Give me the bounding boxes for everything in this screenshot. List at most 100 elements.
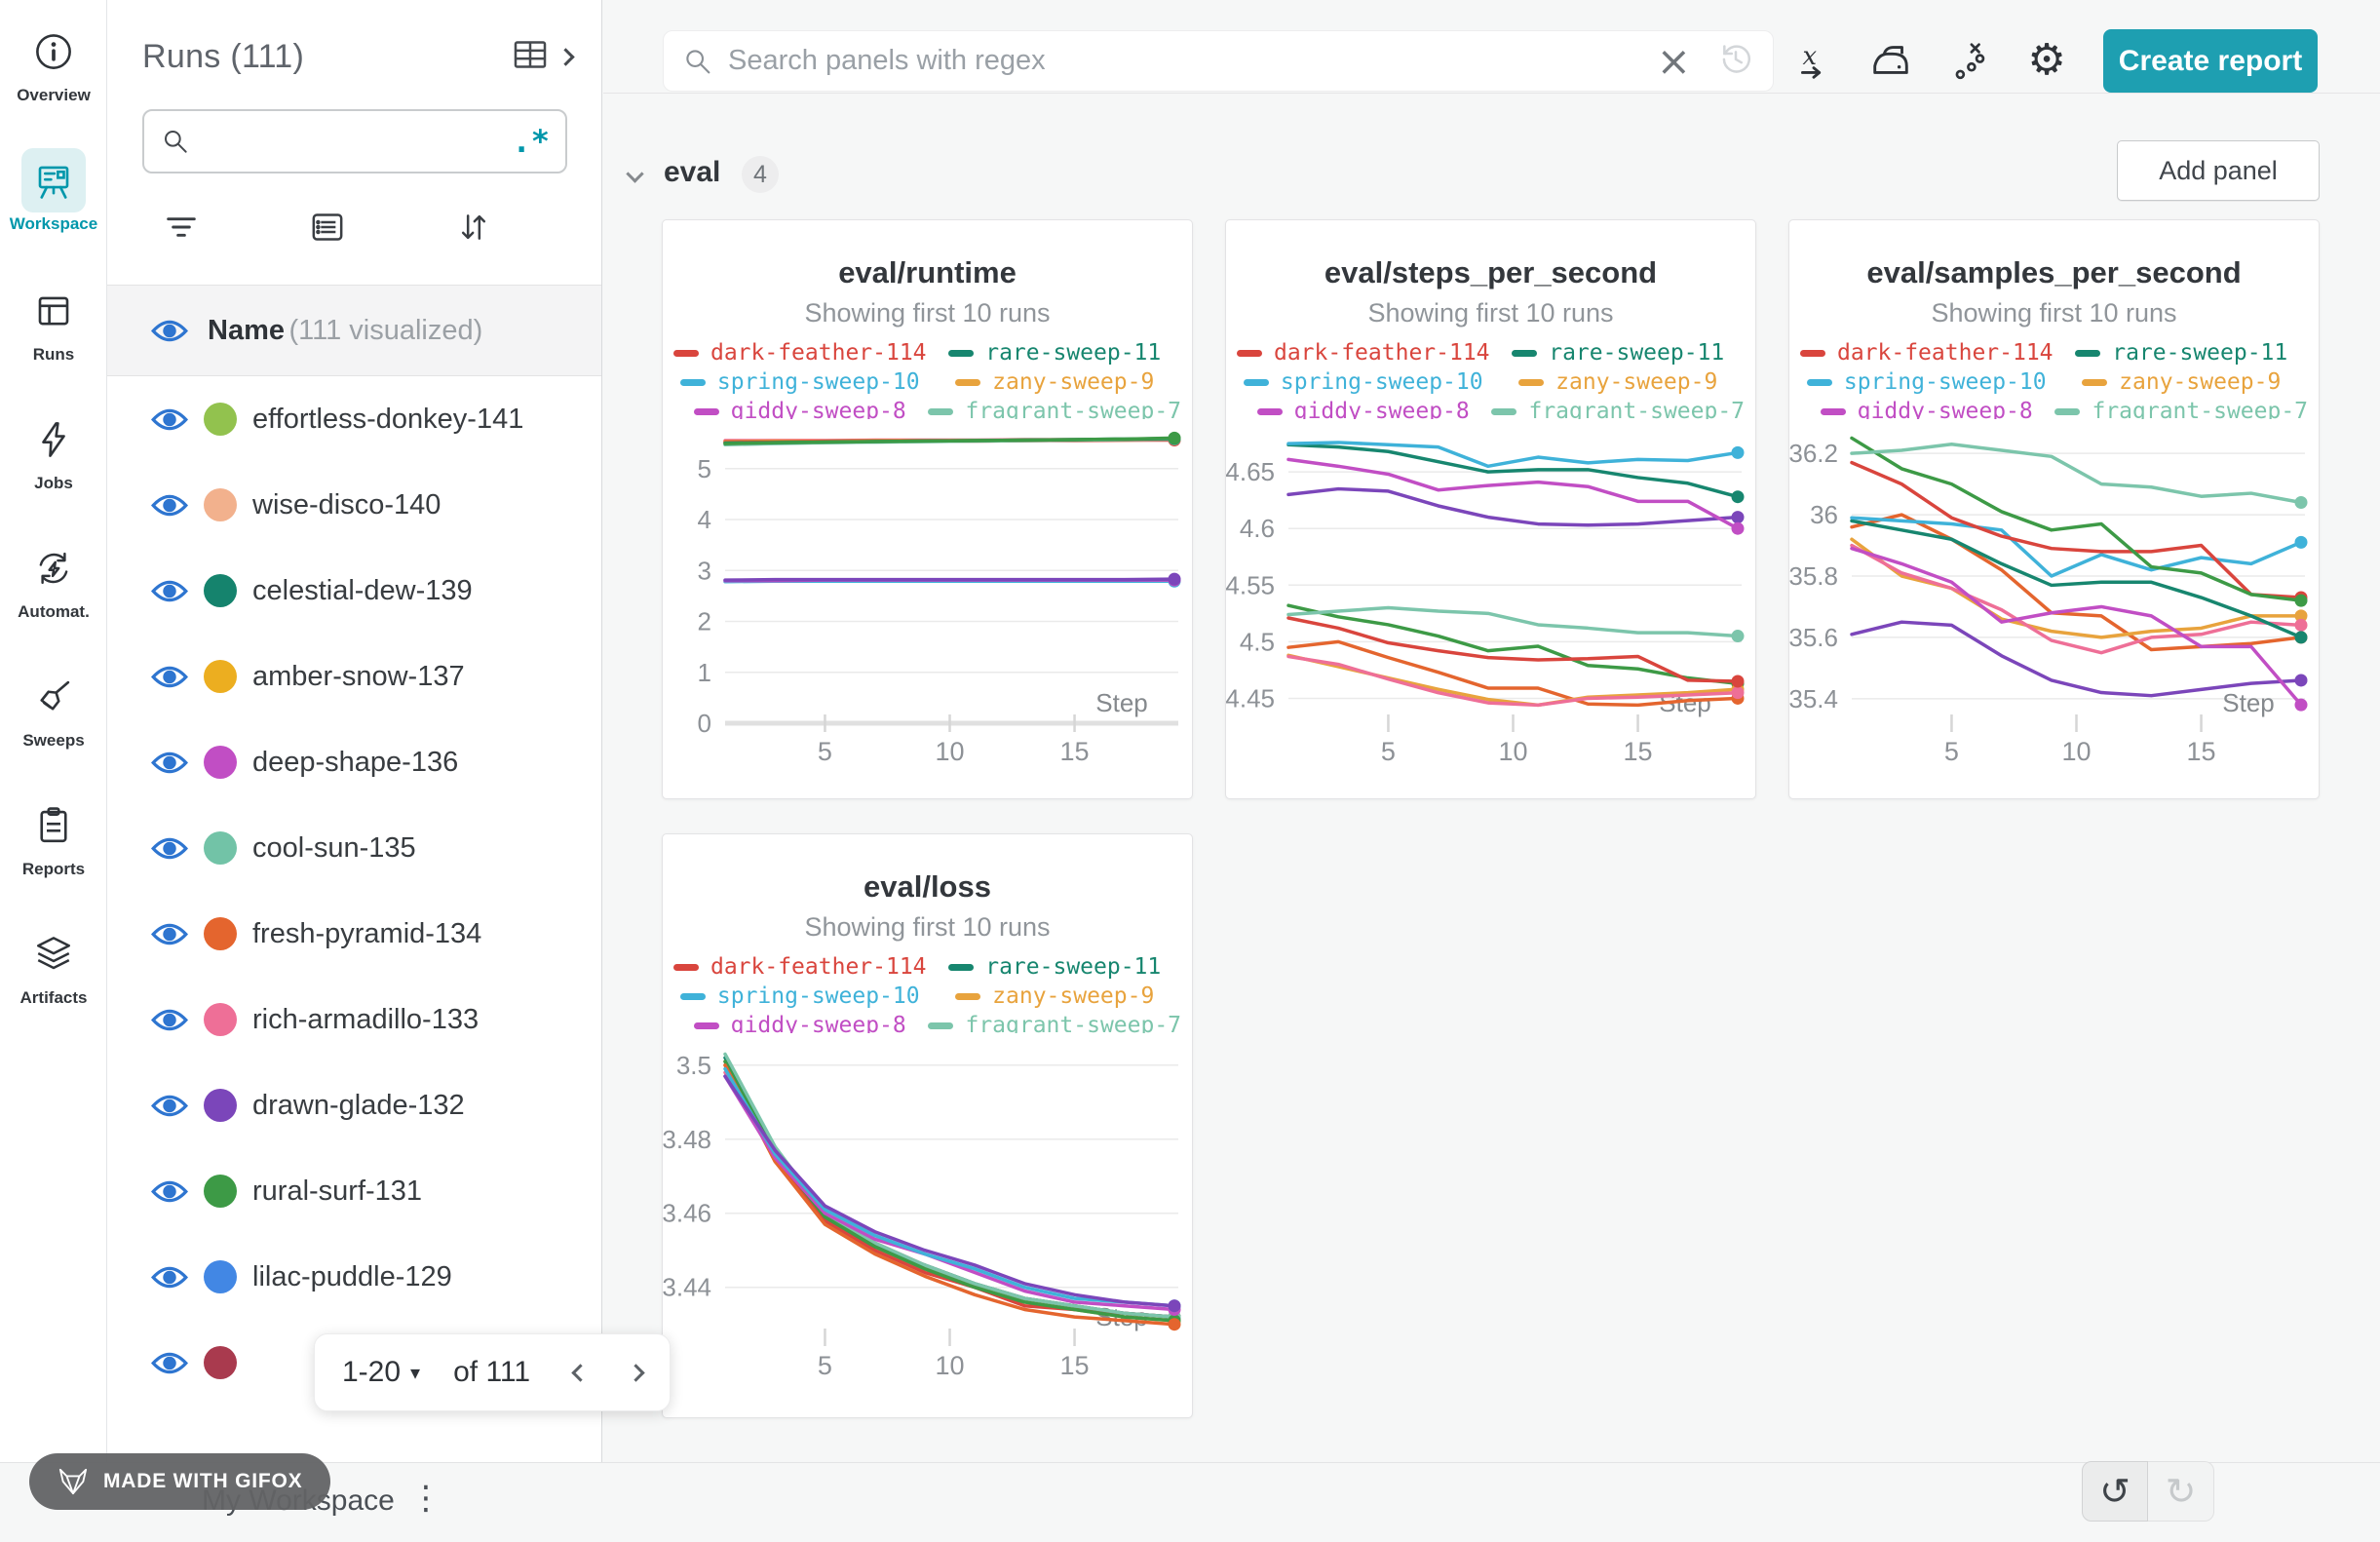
run-row[interactable]: fresh-pyramid-134: [107, 891, 601, 977]
add-panel-button[interactable]: Add panel: [2117, 140, 2320, 201]
legend-item-spring-sweep-10[interactable]: spring-sweep-10: [1236, 367, 1491, 397]
legend-item-giddy-sweep-8[interactable]: giddy-sweep-8: [672, 1011, 928, 1033]
legend-run-name: giddy-sweep-8: [731, 1013, 906, 1033]
next-page-chevron-icon[interactable]: [627, 1364, 644, 1381]
panel-search-box[interactable]: ×: [663, 30, 1774, 92]
visibility-eye-icon[interactable]: [151, 664, 188, 690]
legend-item-giddy-sweep-8[interactable]: giddy-sweep-8: [1236, 397, 1491, 419]
section-title[interactable]: eval: [664, 156, 720, 189]
sidebar-item-workspace[interactable]: Workspace: [0, 148, 107, 234]
run-row[interactable]: rural-surf-131: [107, 1148, 601, 1234]
workspace-kebab-menu-icon[interactable]: ⋮: [409, 1479, 442, 1518]
chart-title: eval/steps_per_second: [1226, 255, 1755, 290]
panel-search-input[interactable]: [728, 45, 1657, 77]
legend-item-fragrant-sweep-7[interactable]: fragrant-sweep-7: [928, 397, 1183, 419]
legend-item-rare-sweep-11[interactable]: rare-sweep-11: [1491, 338, 1747, 367]
legend-item-rare-sweep-11[interactable]: rare-sweep-11: [928, 952, 1183, 982]
line-chart-plot[interactable]: 35.435.635.83636.251015Step: [1789, 419, 2319, 770]
visibility-eye-icon[interactable]: [151, 492, 188, 519]
run-row[interactable]: lilac-puddle-129: [107, 1234, 601, 1320]
runs-table-view-icon[interactable]: [511, 35, 550, 79]
chart-subtitle: Showing first 10 runs: [1789, 298, 2319, 328]
reports-icon: [21, 793, 86, 858]
collapse-section-chevron-icon[interactable]: [626, 165, 643, 182]
runs-list: effortless-donkey-141wise-disco-140celes…: [107, 376, 601, 1406]
visibility-eye-icon[interactable]: [151, 1093, 188, 1119]
svg-text:Step: Step: [2222, 688, 2275, 717]
sidebar-item-label: Automat.: [0, 602, 107, 622]
run-row[interactable]: celestial-dew-139: [107, 548, 601, 634]
regex-toggle-icon[interactable]: .*: [512, 123, 550, 160]
legend-item-giddy-sweep-8[interactable]: giddy-sweep-8: [1799, 397, 2054, 419]
svg-text:4: 4: [698, 505, 711, 534]
sidebar-item-artifacts[interactable]: Artifacts: [0, 922, 107, 1008]
run-row[interactable]: wise-disco-140: [107, 462, 601, 548]
legend-item-zany-sweep-9[interactable]: zany-sweep-9: [928, 982, 1183, 1011]
visibility-eye-icon[interactable]: [151, 1350, 188, 1376]
legend-item-rare-sweep-11[interactable]: rare-sweep-11: [928, 338, 1183, 367]
visibility-eye-icon[interactable]: [151, 578, 188, 604]
visibility-eye-icon[interactable]: [151, 1178, 188, 1205]
legend-item-zany-sweep-9[interactable]: zany-sweep-9: [2054, 367, 2310, 397]
legend-color-dash: [928, 1022, 953, 1029]
sidebar-item-overview[interactable]: Overview: [0, 19, 107, 105]
legend-item-giddy-sweep-8[interactable]: giddy-sweep-8: [672, 397, 928, 419]
visibility-eye-icon[interactable]: [151, 921, 188, 947]
sidebar-item-runs[interactable]: Runs: [0, 279, 107, 365]
run-row[interactable]: deep-shape-136: [107, 719, 601, 805]
visibility-eye-icon[interactable]: [151, 835, 188, 862]
legend-item-rare-sweep-11[interactable]: rare-sweep-11: [2054, 338, 2310, 367]
series-line-spring-sweep-10: [725, 1069, 1174, 1306]
chart-panel-eval-steps-per-second: eval/steps_per_secondShowing first 10 ru…: [1225, 219, 1756, 799]
sort-icon[interactable]: [454, 208, 493, 251]
sidebar-item-jobs[interactable]: Jobs: [0, 407, 107, 493]
legend-item-zany-sweep-9[interactable]: zany-sweep-9: [928, 367, 1183, 397]
run-row[interactable]: amber-snow-137: [107, 634, 601, 719]
create-report-button[interactable]: Create report: [2103, 29, 2318, 93]
undo-icon[interactable]: ↺: [2082, 1461, 2148, 1522]
clear-search-icon[interactable]: ×: [1657, 41, 1691, 82]
line-chart-plot[interactable]: 4.454.54.554.64.6551015Step: [1226, 419, 1755, 770]
sidebar-item-sweeps[interactable]: Sweeps: [0, 665, 107, 751]
outliers-scatter-icon[interactable]: [1943, 35, 1994, 86]
legend-item-fragrant-sweep-7[interactable]: fragrant-sweep-7: [928, 1011, 1183, 1033]
expand-table-chevron-icon[interactable]: [557, 48, 574, 65]
legend-item-fragrant-sweep-7[interactable]: fragrant-sweep-7: [2054, 397, 2310, 419]
toggle-all-visibility-eye-icon[interactable]: [151, 318, 188, 344]
run-row[interactable]: drawn-glade-132: [107, 1062, 601, 1148]
svg-text:3.46: 3.46: [663, 1199, 711, 1228]
line-chart-plot[interactable]: 3.443.463.483.551015Step: [663, 1033, 1192, 1384]
sidebar-item-reports[interactable]: Reports: [0, 793, 107, 879]
legend-item-dark-feather-114[interactable]: dark-feather-114: [1236, 338, 1491, 367]
runs-search-box[interactable]: .*: [142, 109, 567, 173]
legend-item-dark-feather-114[interactable]: dark-feather-114: [672, 952, 928, 982]
run-row[interactable]: cool-sun-135: [107, 805, 601, 891]
smoothing-iron-icon[interactable]: [1865, 35, 1916, 86]
prev-page-chevron-icon[interactable]: [571, 1364, 589, 1381]
visibility-eye-icon[interactable]: [151, 750, 188, 776]
group-list-icon[interactable]: [308, 208, 347, 251]
run-row[interactable]: effortless-donkey-141: [107, 376, 601, 462]
run-row[interactable]: rich-armadillo-133: [107, 977, 601, 1062]
legend-run-name: giddy-sweep-8: [1858, 399, 2033, 419]
legend-item-dark-feather-114[interactable]: dark-feather-114: [1799, 338, 2054, 367]
visibility-eye-icon[interactable]: [151, 1007, 188, 1033]
svg-text:Step: Step: [1095, 688, 1148, 717]
run-name: drawn-glade-132: [252, 1090, 465, 1122]
page-size-dropdown[interactable]: 1-20 ▾: [342, 1356, 420, 1389]
legend-item-zany-sweep-9[interactable]: zany-sweep-9: [1491, 367, 1747, 397]
legend-item-dark-feather-114[interactable]: dark-feather-114: [672, 338, 928, 367]
legend-item-fragrant-sweep-7[interactable]: fragrant-sweep-7: [1491, 397, 1747, 419]
visibility-eye-icon[interactable]: [151, 406, 188, 433]
filter-icon[interactable]: [162, 208, 201, 251]
x-axis-settings-icon[interactable]: x: [1787, 35, 1838, 86]
line-chart-plot[interactable]: 01234551015Step: [663, 419, 1192, 770]
sidebar-item-automat[interactable]: Automat.: [0, 536, 107, 622]
gear-icon[interactable]: ⚙: [2021, 35, 2072, 86]
runs-search-input[interactable]: [191, 126, 512, 157]
legend-item-spring-sweep-10[interactable]: spring-sweep-10: [672, 367, 928, 397]
legend-item-spring-sweep-10[interactable]: spring-sweep-10: [672, 982, 928, 1011]
svg-text:1: 1: [698, 658, 711, 687]
legend-item-spring-sweep-10[interactable]: spring-sweep-10: [1799, 367, 2054, 397]
visibility-eye-icon[interactable]: [151, 1264, 188, 1291]
